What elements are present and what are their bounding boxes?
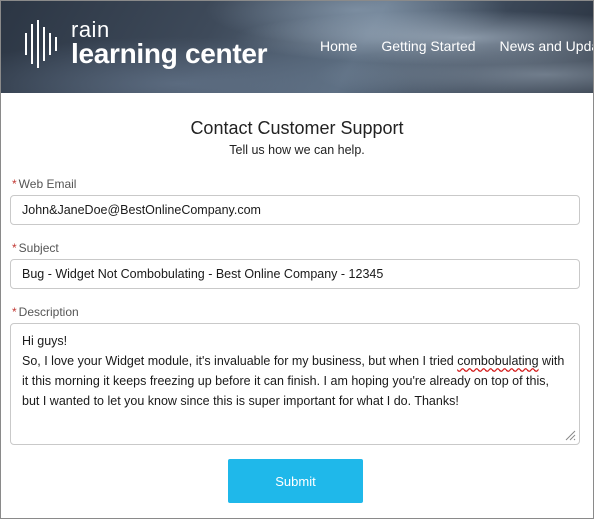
main-nav: Home Getting Started News and Upda — [320, 38, 593, 54]
logo-subtitle: learning center — [71, 38, 268, 69]
nav-home[interactable]: Home — [320, 38, 357, 54]
subject-field[interactable]: Bug - Widget Not Combobulating - Best On… — [10, 259, 580, 289]
nav-getting-started[interactable]: Getting Started — [381, 38, 475, 54]
description-textarea[interactable]: Hi guys! So, I love your Widget module, … — [10, 323, 580, 445]
subject-label: * Subject — [12, 241, 59, 255]
sound-wave-icon — [25, 19, 61, 69]
site-header: rain learning center Home Getting Starte… — [1, 1, 593, 93]
logo-brand: rain — [71, 17, 110, 42]
description-label: * Description — [12, 305, 79, 319]
subject-label-text: Subject — [18, 241, 59, 255]
description-body: So, I love your Widget module, it's inva… — [22, 351, 568, 411]
page-title: Contact Customer Support — [190, 118, 404, 138]
page-frame: rain learning center Home Getting Starte… — [0, 0, 594, 519]
logo-wordmark: rain learning center — [71, 17, 268, 69]
submit-button[interactable]: Submit — [228, 459, 363, 503]
description-label-text: Description — [18, 305, 79, 319]
required-marker: * — [12, 177, 17, 191]
required-marker: * — [12, 305, 17, 319]
required-marker: * — [12, 241, 17, 255]
email-label: * Web Email — [12, 177, 76, 191]
misspelled-word: combobulating — [457, 354, 539, 368]
nav-news-and-updates[interactable]: News and Upda — [500, 38, 593, 54]
email-field[interactable]: John&JaneDoe@BestOnlineCompany.com — [10, 195, 580, 225]
rain-logo[interactable]: rain learning center — [25, 17, 268, 69]
email-label-text: Web Email — [18, 177, 77, 191]
resize-grip-icon[interactable] — [564, 429, 576, 441]
page-subtitle: Tell us how we can help. — [229, 143, 365, 157]
description-text-a: So, I love your Widget module, it's inva… — [22, 354, 458, 368]
description-line-greeting: Hi guys! — [22, 334, 68, 348]
